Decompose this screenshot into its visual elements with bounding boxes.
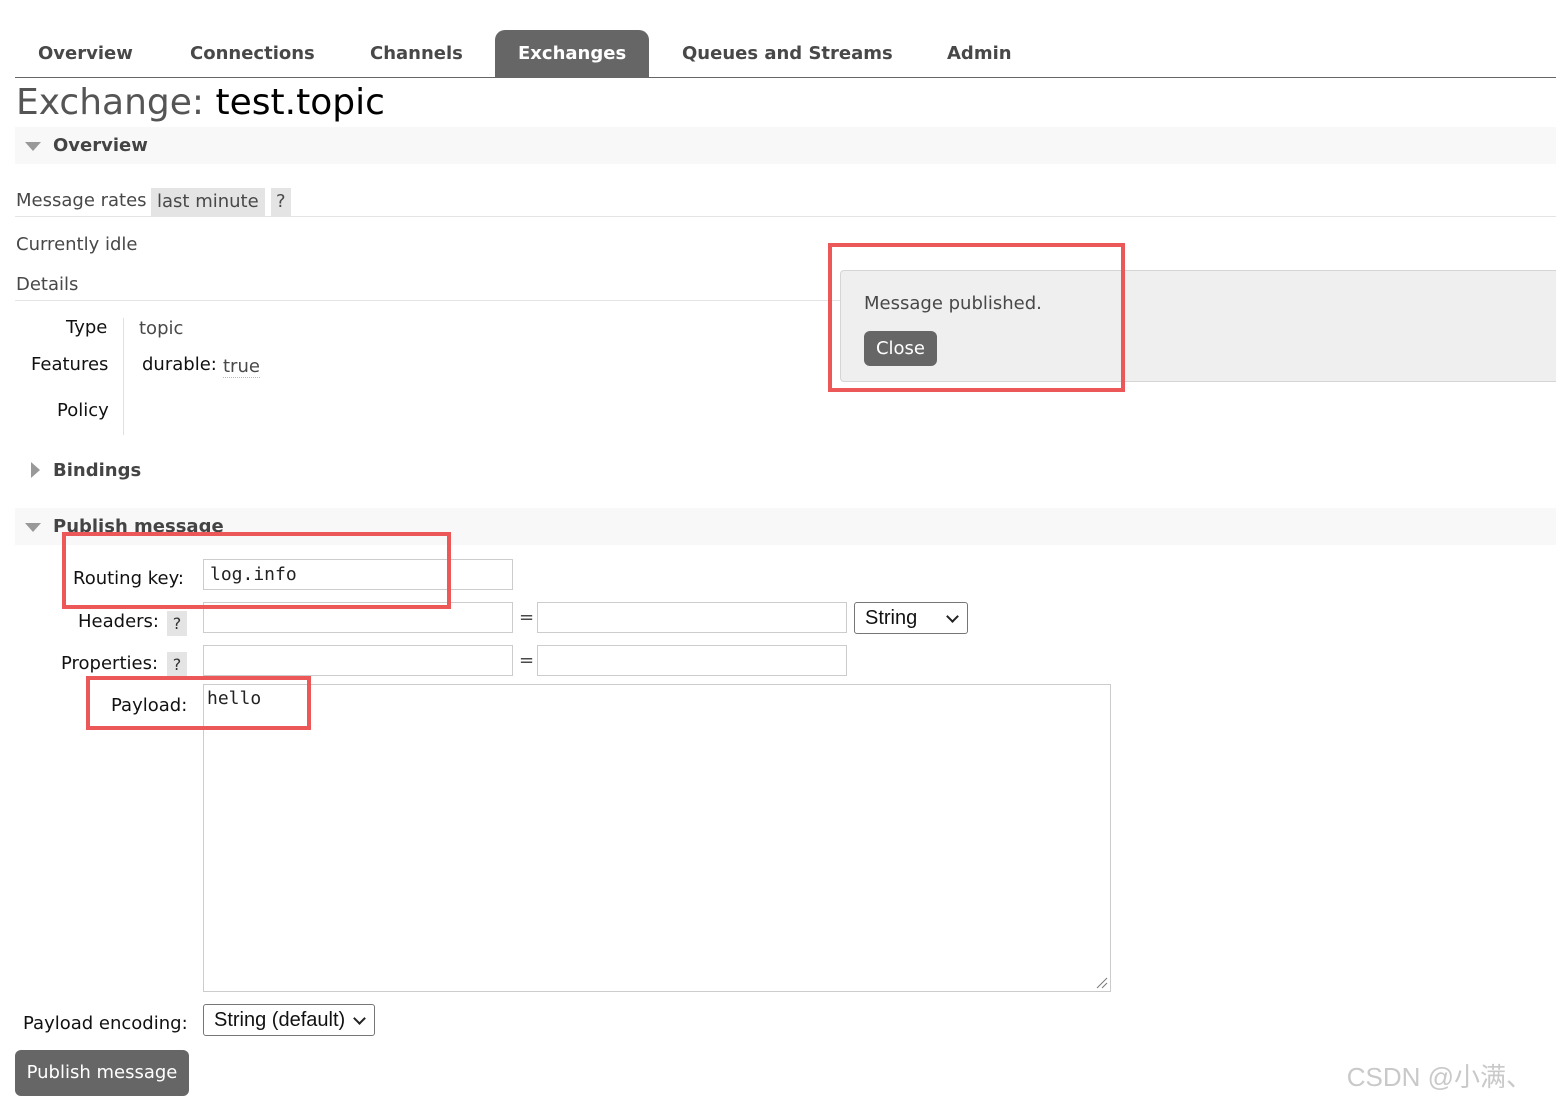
header-value-input[interactable] [537, 602, 847, 633]
policy-label: Policy [57, 400, 109, 421]
page-title: Exchange: test.topic [16, 82, 385, 123]
payload-encoding-label: Payload encoding: [23, 1013, 188, 1034]
highlight-box-routing-key [62, 532, 451, 609]
expand-triangle-icon [31, 462, 40, 478]
properties-equals: = [519, 650, 535, 671]
bindings-heading: Bindings [53, 460, 142, 481]
details-label: Details [16, 274, 79, 295]
highlight-box-payload [86, 676, 311, 730]
collapse-triangle-icon [25, 142, 41, 151]
collapse-triangle-icon [25, 523, 41, 532]
exchange-name: test.topic [215, 82, 385, 123]
tab-exchanges[interactable]: Exchanges [495, 30, 650, 77]
rates-period-selector[interactable]: last minute [151, 188, 265, 216]
idle-status-text: Currently idle [16, 234, 138, 255]
header-type-value: String [865, 607, 918, 629]
message-rates-label: Message rates [16, 190, 147, 211]
tab-queues-and-streams[interactable]: Queues and Streams [659, 30, 916, 77]
highlight-box-notification [828, 243, 1125, 392]
rates-help-button[interactable]: ? [271, 188, 291, 216]
main-tab-bar: Overview Connections Channels Exchanges … [15, 30, 1556, 78]
payload-encoding-select[interactable]: String (default) [203, 1004, 375, 1036]
resize-handle-icon[interactable] [1096, 977, 1108, 989]
durable-value: true [223, 356, 260, 378]
header-type-select[interactable]: String [854, 602, 968, 634]
divider [15, 300, 840, 301]
watermark: CSDN @小满、 [1346, 1062, 1532, 1092]
headers-label: Headers: [78, 611, 159, 632]
publish-message-button[interactable]: Publish message [15, 1050, 189, 1096]
chevron-down-icon [353, 1012, 366, 1025]
payload-textarea[interactable]: hello [203, 684, 1111, 992]
details-divider [123, 318, 124, 435]
overview-heading: Overview [53, 135, 148, 156]
features-label: Features [31, 354, 109, 375]
property-value-input[interactable] [537, 645, 847, 676]
property-key-input[interactable] [203, 645, 513, 676]
tab-overview[interactable]: Overview [15, 30, 156, 77]
properties-help-button[interactable]: ? [167, 652, 187, 677]
properties-label: Properties: [61, 653, 159, 674]
headers-equals: = [519, 607, 535, 628]
chevron-down-icon [946, 610, 959, 623]
type-value: topic [139, 318, 184, 339]
tab-connections[interactable]: Connections [167, 30, 338, 77]
divider [15, 216, 1556, 217]
overview-section-header[interactable]: Overview [15, 127, 1556, 164]
headers-help-button[interactable]: ? [167, 611, 187, 636]
bindings-section-header[interactable]: Bindings [15, 452, 1556, 489]
page-title-prefix: Exchange: [16, 82, 205, 123]
durable-key: durable: [142, 354, 217, 375]
tab-admin[interactable]: Admin [924, 30, 1035, 77]
type-label: Type [66, 317, 108, 338]
tab-channels[interactable]: Channels [347, 30, 486, 77]
payload-encoding-value: String (default) [214, 1009, 346, 1031]
